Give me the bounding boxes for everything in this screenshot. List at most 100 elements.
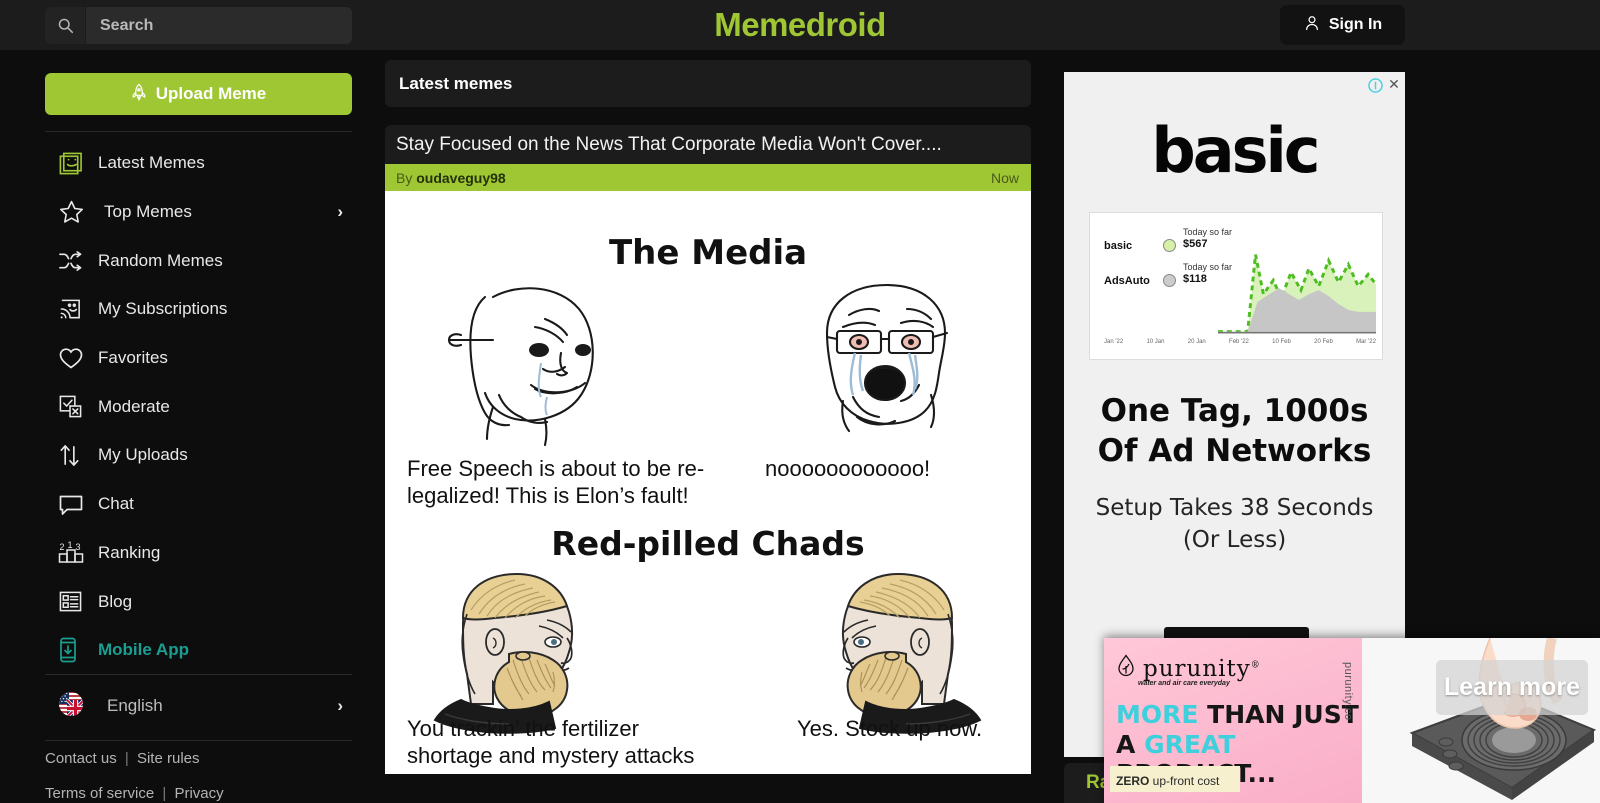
- sidebar-item-mobile-app[interactable]: Mobile App: [0, 626, 385, 675]
- sidebar-item-latest-memes[interactable]: Latest Memes: [0, 139, 385, 188]
- ad-chart-tick: 10 Feb: [1272, 339, 1291, 345]
- chevron-right-icon[interactable]: ›: [337, 696, 343, 716]
- ad-chart-dot: [1163, 239, 1176, 252]
- ad-subtext-line2: (Or Less): [1182, 527, 1287, 554]
- meme-author[interactable]: oudaveguy98: [416, 170, 505, 186]
- contact-us-link[interactable]: Contact us: [45, 750, 117, 767]
- sidebar-item-random-memes[interactable]: Random Memes: [0, 236, 385, 285]
- meme-bottom-right-caption: Yes. Stock up now.: [797, 716, 983, 741]
- article-list-icon: [58, 590, 92, 613]
- chevron-right-icon[interactable]: ›: [337, 202, 343, 222]
- meme-by-prefix: By: [396, 169, 413, 186]
- sidebar-item-chat[interactable]: Chat: [0, 480, 385, 529]
- sidebar-item-label: My Subscriptions: [98, 299, 228, 319]
- svg-text:3: 3: [76, 542, 81, 552]
- sidebar-item-top-memes[interactable]: Top Memes ›: [0, 188, 385, 237]
- smiley-square-icon: [58, 151, 92, 176]
- ad-brand-logo: basic: [1151, 114, 1320, 187]
- headline-word-great: GREAT: [1144, 729, 1236, 759]
- shuffle-icon: [58, 250, 92, 272]
- close-icon[interactable]: ✕: [1387, 77, 1401, 91]
- sidebar-divider-top: [45, 131, 352, 132]
- site-logo-text[interactable]: Memedroid: [714, 6, 886, 44]
- upload-meme-button[interactable]: Upload Meme: [45, 73, 352, 115]
- podium-icon: 2 1 3: [58, 541, 92, 565]
- panel-title-text: Latest memes: [399, 73, 513, 93]
- soyjak-crying-figure: [825, 283, 949, 433]
- sidebar-item-label: Favorites: [98, 348, 168, 368]
- rocket-icon: [131, 83, 147, 106]
- chad-right-figure: [842, 572, 982, 734]
- ad-chart-axis: Jan '22 10 Jan 20 Jan Feb '22 10 Feb 20 …: [1104, 339, 1376, 345]
- ad-chart-tick: Feb '22: [1229, 339, 1249, 345]
- terms-of-service-link[interactable]: Terms of service: [45, 785, 154, 802]
- search-input[interactable]: [86, 7, 352, 44]
- ad-subtext: Setup Takes 38 Seconds (Or Less): [1076, 492, 1393, 556]
- svg-text:2: 2: [60, 542, 65, 552]
- sidebar-item-label: Ranking: [98, 542, 161, 562]
- chad-left-figure: [433, 572, 573, 734]
- flag-icon: [58, 691, 84, 722]
- purunity-logo: purunity®: [1116, 654, 1261, 683]
- purunity-brand: purunity: [1143, 655, 1251, 682]
- language-selector[interactable]: English ›: [0, 682, 385, 730]
- bottom-ad-left-panel: purunity® water and air care everyday MO…: [1104, 638, 1362, 803]
- ad-chart-tick: Mar '22: [1356, 339, 1376, 345]
- learn-more-button[interactable]: Learn more: [1436, 660, 1588, 715]
- meme-image[interactable]: The Media Free Speech is about to be re-…: [385, 191, 1031, 774]
- up-down-arrow-icon: [58, 443, 92, 468]
- moderate-icon: [58, 394, 92, 419]
- sidebar-item-blog[interactable]: Blog: [0, 577, 385, 626]
- star-icon: [58, 199, 92, 225]
- sidebar-item-label: Blog: [98, 591, 133, 611]
- adchoices-info-icon[interactable]: [1368, 78, 1383, 93]
- sidebar-item-label: Top Memes: [104, 202, 192, 222]
- footer-links-row1: Contact us | Site rules: [45, 750, 200, 767]
- sidebar-divider-footer: [45, 740, 352, 741]
- sidebar-item-ranking[interactable]: 2 1 3 Ranking: [0, 529, 385, 578]
- ad-chart-plot: [1218, 254, 1376, 334]
- ad-chart-dot: [1163, 274, 1176, 287]
- ad-chart-legend-row: AdsAuto Today so far $118: [1104, 262, 1234, 287]
- meme-top-right-caption: noooooooooooo!: [765, 456, 931, 481]
- ad-headline: One Tag, 1000s Of Ad Networks: [1076, 392, 1393, 471]
- sidebar-item-label: Random Memes: [98, 250, 223, 270]
- sidebar-item-favorites[interactable]: Favorites: [0, 334, 385, 383]
- sidebar-item-moderate[interactable]: Moderate: [0, 382, 385, 431]
- language-label: English: [107, 696, 163, 715]
- zero-rest: up-front cost: [1149, 774, 1220, 788]
- sidebar-item-my-subscriptions[interactable]: My Subscriptions: [0, 285, 385, 334]
- headline-rest-1: THAN JUST: [1198, 700, 1359, 729]
- zero-bold: ZERO: [1116, 774, 1150, 788]
- sidebar: Upload Meme Latest Memes Top Memes › Ran…: [0, 50, 385, 803]
- sign-in-button[interactable]: Sign In: [1280, 5, 1405, 45]
- sidebar-item-label: Mobile App: [98, 640, 189, 660]
- footer-separator: |: [162, 785, 167, 802]
- ad-chart-legend-row: basic Today so far $567: [1104, 227, 1234, 252]
- registered-mark: ®: [1250, 659, 1261, 670]
- headline-a: A: [1116, 729, 1145, 759]
- speech-bubble-icon: [58, 493, 92, 516]
- ad-headline-line1: One Tag, 1000s: [1100, 393, 1369, 429]
- sidebar-item-my-uploads[interactable]: My Uploads: [0, 431, 385, 480]
- bottom-overlay-advertisement[interactable]: purunity® water and air care everyday MO…: [1104, 638, 1600, 803]
- headline-word-more: MORE: [1116, 700, 1199, 729]
- meme-card: Stay Focused on the News That Corporate …: [385, 125, 1031, 774]
- sidebar-divider-lang: [45, 674, 352, 675]
- sidebar-item-label: Moderate: [98, 396, 170, 416]
- meme-byline: By oudaveguy98 Now: [385, 164, 1031, 191]
- user-icon: [1303, 14, 1321, 37]
- meme-top-heading: The Media: [608, 233, 808, 273]
- meme-title[interactable]: Stay Focused on the News That Corporate …: [385, 125, 1031, 164]
- ad-chart-tick: 20 Feb: [1314, 339, 1333, 345]
- search-bar[interactable]: [45, 7, 352, 44]
- ad-chart-tick: 10 Jan: [1146, 339, 1165, 345]
- search-icon[interactable]: [45, 7, 86, 44]
- sidebar-item-label: Latest Memes: [98, 153, 205, 173]
- zero-cost-text: ZERO up-front cost: [1116, 774, 1219, 788]
- privacy-link[interactable]: Privacy: [174, 785, 223, 802]
- meme-title-text: Stay Focused on the News That Corporate …: [396, 133, 942, 155]
- upload-meme-label: Upload Meme: [155, 84, 267, 103]
- phone-download-icon: [58, 637, 92, 663]
- site-rules-link[interactable]: Site rules: [137, 750, 200, 767]
